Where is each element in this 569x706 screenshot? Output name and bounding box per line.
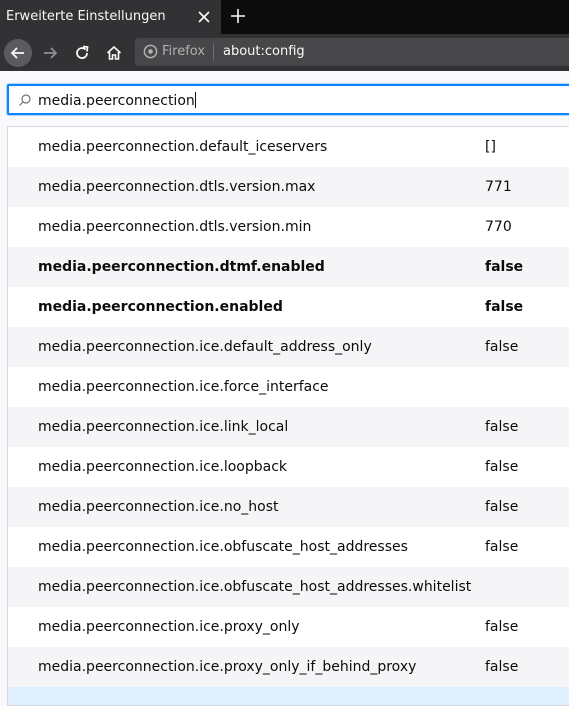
pref-name: media.peerconnection.ice.proxy_only_if_b… bbox=[38, 659, 417, 675]
pref-value[interactable]: false bbox=[485, 539, 518, 555]
search-input[interactable]: media.peerconnection bbox=[7, 84, 569, 115]
forward-button[interactable] bbox=[36, 39, 64, 67]
table-row[interactable]: media.peerconnection.ice.proxy_only_if_b… bbox=[8, 647, 569, 687]
pref-value[interactable]: 771 bbox=[485, 179, 512, 195]
pref-value[interactable]: false bbox=[485, 459, 518, 475]
pref-value[interactable]: false bbox=[485, 339, 518, 355]
home-button[interactable] bbox=[100, 39, 128, 67]
tab-title: Erweiterte Einstellungen bbox=[6, 9, 166, 24]
pref-value[interactable]: false bbox=[485, 659, 518, 675]
url-bar[interactable]: Firefox about:config bbox=[135, 38, 569, 66]
close-icon[interactable] bbox=[195, 8, 213, 26]
preferences-table: media.peerconnection.default_iceservers [… bbox=[7, 126, 569, 706]
search-icon bbox=[19, 94, 31, 106]
table-row[interactable]: media.peerconnection.dtls.version.max 771 bbox=[8, 167, 569, 207]
navigation-toolbar: Firefox about:config bbox=[0, 34, 569, 71]
pref-name: media.peerconnection.dtls.version.max bbox=[38, 179, 316, 195]
pref-name: media.peerconnection.default_iceservers bbox=[38, 139, 328, 155]
pref-name: media.peerconnection.ice.loopback bbox=[38, 459, 288, 475]
table-row[interactable]: media.peerconnection.dtmf.enabled false bbox=[8, 247, 569, 287]
url-separator bbox=[213, 43, 214, 61]
pref-name: media.peerconnection.ice.proxy_only bbox=[38, 619, 300, 635]
table-row[interactable]: media.peerconnection.ice.link_local false bbox=[8, 407, 569, 447]
pref-value[interactable]: false bbox=[485, 259, 523, 275]
table-row[interactable]: media.peerconnection.ice.loopback false bbox=[8, 447, 569, 487]
home-icon bbox=[106, 45, 122, 60]
table-row[interactable]: media.peerconnection.dtls.version.min 770 bbox=[8, 207, 569, 247]
firefox-icon bbox=[143, 44, 158, 59]
identity-label: Firefox bbox=[162, 44, 206, 59]
pref-name: media.peerconnection.dtmf.enabled bbox=[38, 259, 325, 275]
table-row[interactable]: media.peerconnection.enabled false bbox=[8, 287, 569, 327]
pref-name: media.peerconnection.ice.no_host bbox=[38, 499, 279, 515]
pref-value[interactable]: false bbox=[485, 299, 523, 315]
text-caret bbox=[194, 92, 196, 108]
table-row[interactable]: media.peerconnection.ice.default_address… bbox=[8, 327, 569, 367]
pref-value[interactable]: [] bbox=[485, 139, 496, 155]
reload-button[interactable] bbox=[68, 39, 96, 67]
pref-value[interactable]: false bbox=[485, 419, 518, 435]
pref-value[interactable]: 770 bbox=[485, 219, 512, 235]
pref-value[interactable]: false bbox=[485, 619, 518, 635]
pref-name: media.peerconnection.ice.obfuscate_host_… bbox=[38, 539, 408, 555]
config-page: media.peerconnection media.peerconnectio… bbox=[0, 71, 569, 706]
table-row[interactable]: media.peerconnection.ice.proxy_only false bbox=[8, 607, 569, 647]
pref-name: media.peerconnection.dtls.version.min bbox=[38, 219, 312, 235]
pref-name: media.peerconnection.ice.default_address… bbox=[38, 339, 372, 355]
url-text[interactable]: about:config bbox=[223, 44, 305, 59]
table-row[interactable]: media.peerconnection.ice.force_interface bbox=[8, 367, 569, 407]
reload-icon bbox=[76, 45, 89, 59]
table-row[interactable]: media.peerconnection.ice.no_host false bbox=[8, 487, 569, 527]
table-row[interactable]: media.peerconnection.ice.obfuscate_host_… bbox=[8, 527, 569, 567]
tab-active[interactable]: Erweiterte Einstellungen bbox=[0, 0, 221, 34]
pref-name: media.peerconnection.ice.force_interface bbox=[38, 379, 329, 395]
arrow-right-icon bbox=[44, 47, 58, 59]
table-row[interactable]: media.peerconnection.default_iceservers [… bbox=[8, 127, 569, 167]
back-button[interactable] bbox=[4, 39, 32, 67]
arrow-left-icon bbox=[10, 47, 24, 59]
plus-icon[interactable] bbox=[228, 6, 248, 26]
search-value: media.peerconnection bbox=[38, 92, 196, 109]
table-row[interactable] bbox=[8, 687, 569, 705]
pref-value[interactable]: false bbox=[485, 499, 518, 515]
table-row[interactable]: media.peerconnection.ice.obfuscate_host_… bbox=[8, 567, 569, 607]
pref-name: media.peerconnection.ice.link_local bbox=[38, 419, 289, 435]
pref-name: media.peerconnection.ice.obfuscate_host_… bbox=[38, 579, 472, 595]
tab-strip: Erweiterte Einstellungen bbox=[0, 0, 569, 34]
identity-box[interactable]: Firefox bbox=[143, 44, 205, 59]
pref-name: media.peerconnection.enabled bbox=[38, 299, 283, 315]
